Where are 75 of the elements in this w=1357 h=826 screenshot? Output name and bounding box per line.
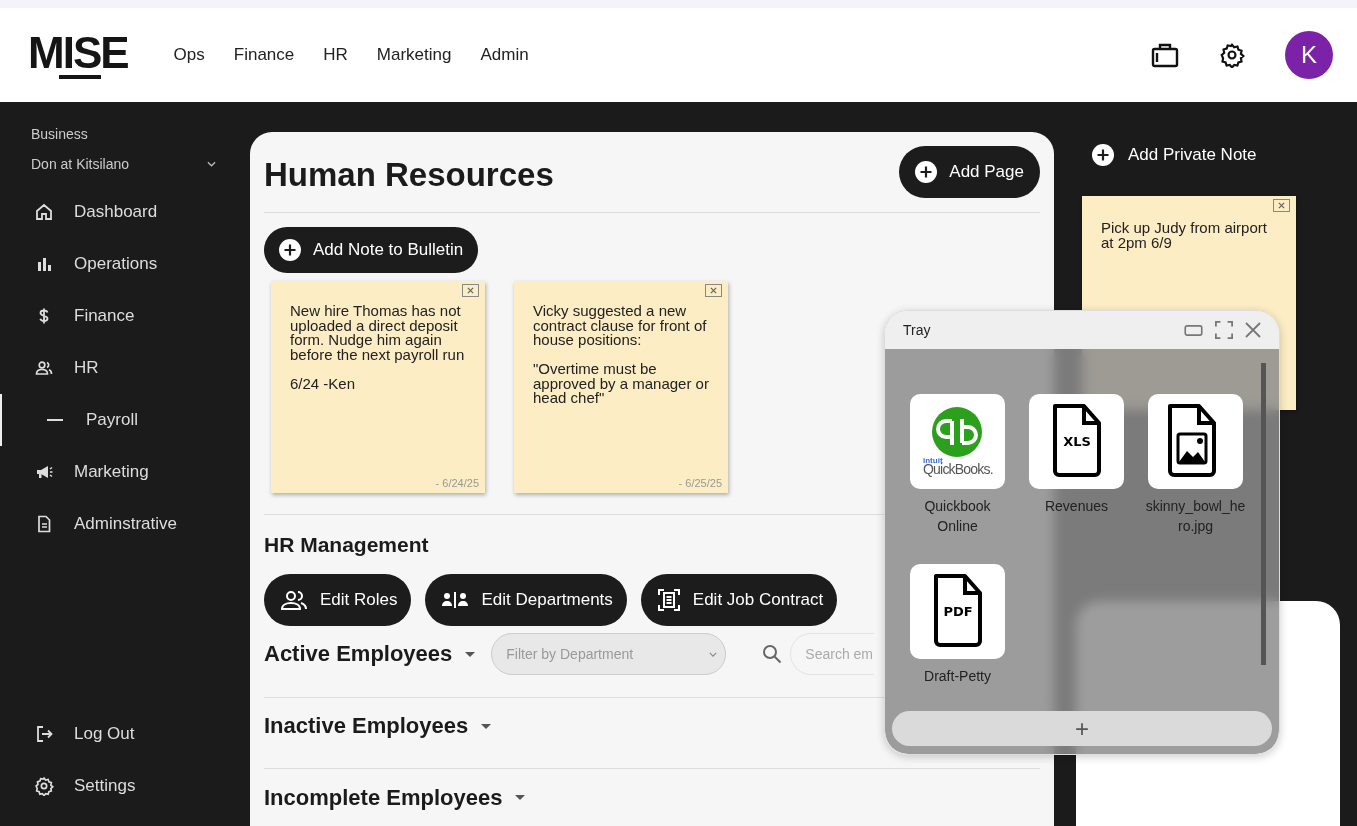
- page-title: Human Resources: [264, 156, 554, 194]
- scrollbar[interactable]: [1261, 363, 1266, 665]
- file-name: skinny_bowl_hero.jpg: [1144, 497, 1247, 536]
- settings-icon: [34, 776, 54, 796]
- file-name: Draft-Petty: [923, 667, 992, 686]
- user-avatar[interactable]: K: [1285, 31, 1333, 79]
- nav-link[interactable]: Finance: [233, 45, 295, 65]
- close-icon: [467, 287, 474, 295]
- fullscreen-icon[interactable]: [1215, 321, 1233, 339]
- nav-link[interactable]: Admin: [480, 45, 529, 65]
- sidebar-item[interactable]: Adminstrative: [0, 498, 250, 550]
- close-icon: [1278, 202, 1285, 209]
- close-icon[interactable]: [1245, 322, 1261, 338]
- people-icon: [441, 590, 470, 611]
- sidebar-item[interactable]: Marketing: [0, 446, 250, 498]
- note-text: Pick up Judy from airport at 2pm 6/9: [1101, 221, 1268, 250]
- document-icon: XLS: [1053, 404, 1101, 477]
- briefcase-icon[interactable]: [1151, 42, 1179, 68]
- add-file-button[interactable]: +: [892, 711, 1272, 746]
- plus-circle-icon: [915, 161, 938, 183]
- sidebar-item[interactable]: HR: [0, 342, 250, 394]
- document-scan-icon: [656, 588, 681, 613]
- add-page-button[interactable]: Add Page: [899, 146, 1040, 198]
- edit-job-contract-button[interactable]: Edit Job Contract: [640, 574, 838, 627]
- add-private-note-button[interactable]: Add Private Note: [1092, 144, 1357, 166]
- logo-tile[interactable]: intuit QuickBooks.: [910, 394, 1005, 489]
- file-name: Revenues: [1043, 497, 1109, 516]
- note-text: New hire Thomas has not uploaded a direct deposit form. Nudge him again before the next payroll run 6/24 -Ken: [290, 304, 466, 392]
- people-icon: [34, 358, 54, 378]
- business-select[interactable]: Don at Kitsilano: [31, 156, 216, 172]
- chevron-icon: [207, 161, 216, 167]
- section-heading[interactable]: Inactive Employees: [264, 713, 469, 739]
- note-text: Vicky suggested a new contract clause for front of house positions: "Overtime must be approved by a manager or head chef": [533, 304, 710, 406]
- settings-icon[interactable]: [1219, 42, 1245, 68]
- file-tile[interactable]: XLS: [1029, 394, 1124, 489]
- caret-icon[interactable]: [481, 723, 492, 729]
- note-close-button[interactable]: [1273, 199, 1290, 212]
- tray-title: Tray: [903, 322, 931, 338]
- business-label: Business: [31, 126, 89, 142]
- document-icon: PDF: [934, 574, 982, 647]
- caret-icon[interactable]: [515, 795, 526, 801]
- section-heading[interactable]: Active Employees: [264, 641, 453, 668]
- image-file-icon: [1168, 404, 1216, 477]
- add-note-button[interactable]: Add Note to Bulletin: [264, 227, 479, 274]
- file-name: Quickbook Online: [923, 497, 992, 536]
- note-date: - 6/25/25: [678, 477, 722, 490]
- close-icon: [710, 287, 717, 295]
- home-icon: [34, 202, 54, 222]
- note-date: - 6/24/25: [435, 477, 479, 490]
- plus-circle-icon: [279, 239, 301, 261]
- sidebar-item[interactable]: Log Out: [0, 708, 250, 760]
- search-field[interactable]: Search em: [790, 633, 875, 676]
- edit-departments-button[interactable]: Edit Departments: [425, 574, 627, 627]
- dash-icon: [47, 418, 63, 422]
- caret-icon[interactable]: [465, 651, 476, 657]
- edit-roles-button[interactable]: Edit Roles: [264, 574, 412, 627]
- nav-link[interactable]: Ops: [173, 45, 205, 65]
- minimize-icon[interactable]: [1184, 324, 1203, 336]
- search-icon: [762, 644, 783, 665]
- sidebar-item[interactable]: Operations: [0, 238, 250, 290]
- note-close-button[interactable]: [705, 284, 722, 298]
- chevron-icon: [709, 651, 718, 657]
- section-heading: HR Management: [264, 533, 429, 558]
- sidebar-item[interactable]: Settings: [0, 760, 250, 812]
- people-icon: [280, 589, 308, 612]
- nav-link[interactable]: HR: [323, 45, 348, 65]
- nav-link[interactable]: Marketing: [376, 45, 452, 65]
- logout-icon: [34, 724, 54, 744]
- sidebar-item[interactable]: Dashboard: [0, 186, 250, 238]
- section-heading[interactable]: Incomplete Employees: [264, 784, 503, 811]
- sidebar-item[interactable]: Finance: [0, 290, 250, 342]
- image-file-tile[interactable]: [1148, 394, 1243, 489]
- file-tile[interactable]: PDF: [910, 564, 1005, 659]
- plus-circle-icon: [1092, 144, 1114, 166]
- note-close-button[interactable]: [462, 284, 479, 298]
